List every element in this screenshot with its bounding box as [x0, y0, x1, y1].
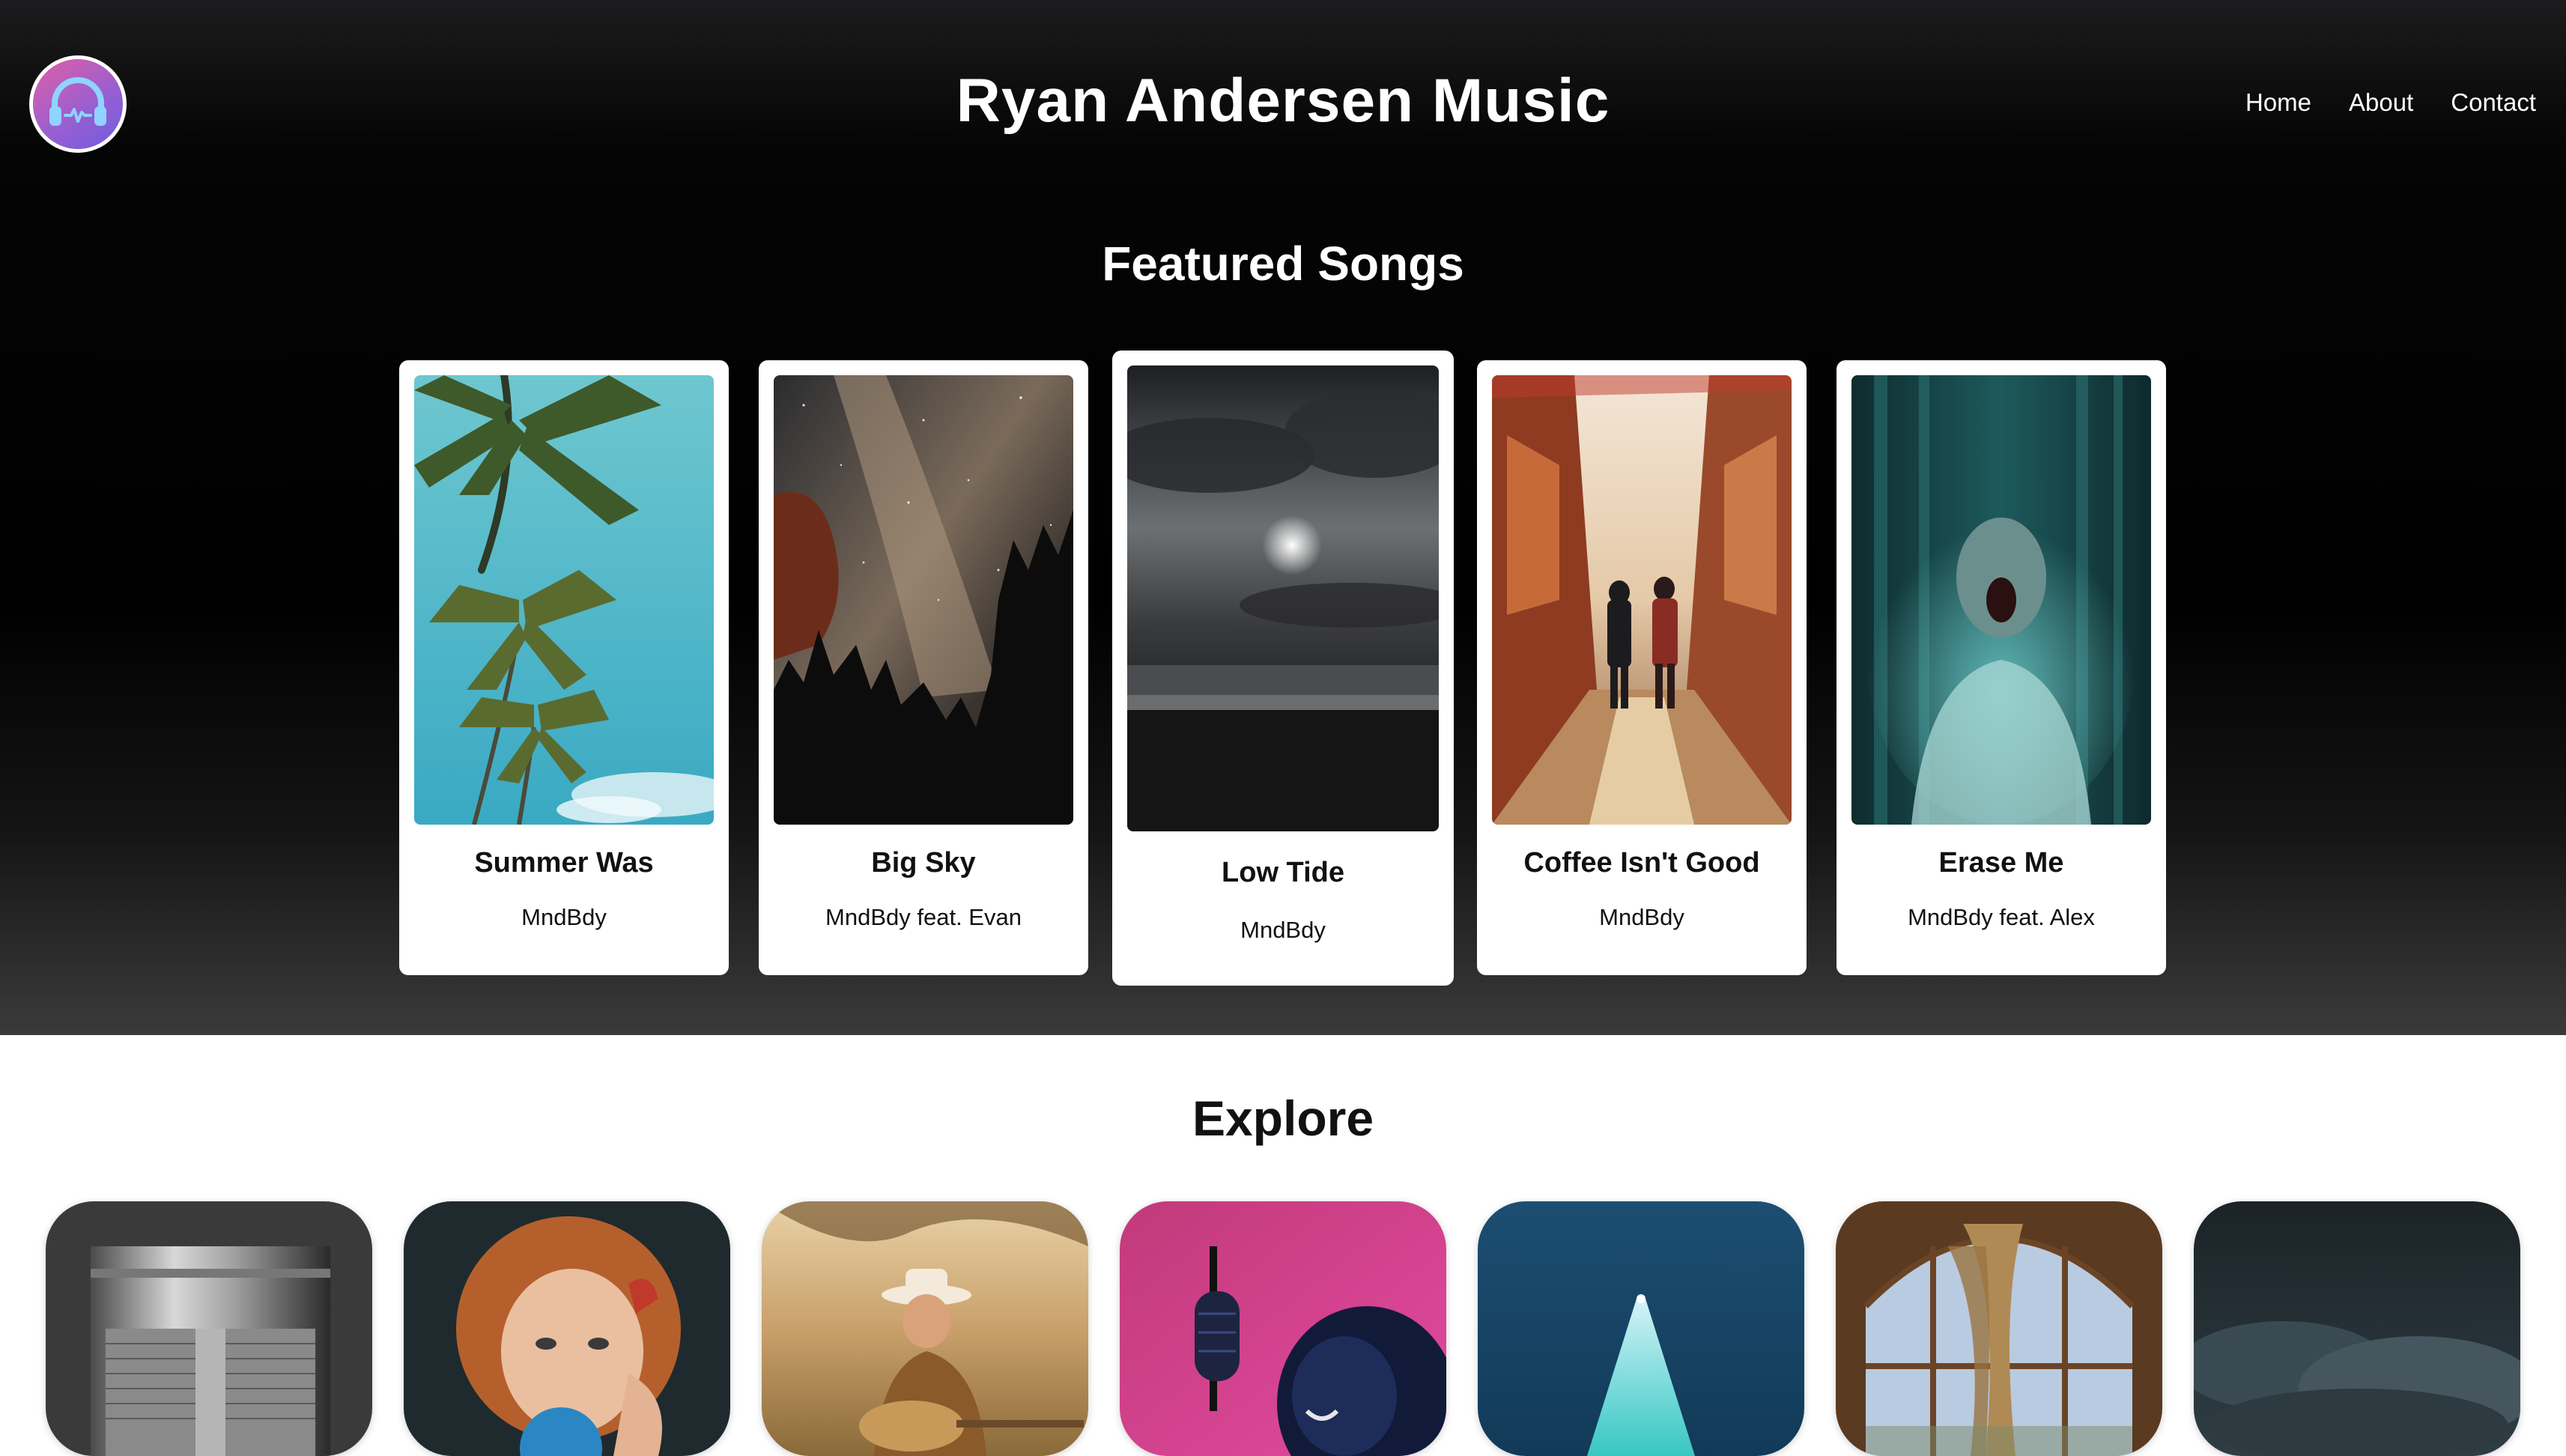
song-card-big-sky[interactable]: Big Sky MndBdy feat. Evan [759, 360, 1088, 975]
microphone-closeup-image [46, 1201, 372, 1456]
song-artist: MndBdy feat. Evan [825, 904, 1022, 930]
explore-heading: Explore [1192, 1091, 1374, 1146]
song-card-coffee-isnt-good[interactable]: Coffee Isn't Good MndBdy [1477, 360, 1807, 975]
dark-clouds-image [2194, 1201, 2520, 1456]
singer-microphone-image [1120, 1201, 1446, 1456]
woman-bubblegum-image [404, 1201, 730, 1456]
milky-way-forest-image [774, 375, 1073, 825]
song-card-erase-me[interactable]: Erase Me MndBdy feat. Alex [1836, 360, 2166, 975]
explore-tile-singer[interactable] [1120, 1201, 1446, 1456]
stormy-beach-image [1127, 365, 1439, 831]
song-title: Low Tide [1222, 857, 1344, 888]
song-artist: MndBdy [1240, 917, 1326, 943]
arched-window-curtains-image [1836, 1201, 2162, 1456]
song-artist: MndBdy feat. Alex [1908, 904, 2095, 930]
blurred-screaming-man-image [1851, 375, 2151, 825]
explore-tile-dark-clouds[interactable] [2194, 1201, 2520, 1456]
spotlight-image [1478, 1201, 1804, 1456]
song-card-summer-was[interactable]: Summer Was MndBdy [399, 360, 729, 975]
song-title: Coffee Isn't Good [1523, 847, 1760, 879]
song-artist: MndBdy [521, 904, 607, 930]
explore-tile-microphone[interactable] [46, 1201, 372, 1456]
featured-songs-list: Summer Was MndBdy Big Sky MndBdy feat. E… [0, 0, 2566, 1035]
song-card-low-tide[interactable]: Low Tide MndBdy [1112, 351, 1454, 986]
song-title: Summer Was [474, 847, 654, 879]
song-artist: MndBdy [1599, 904, 1684, 930]
explore-tile-woman-bubblegum[interactable] [404, 1201, 730, 1456]
palm-trees-image [414, 375, 714, 825]
cowgirl-guitar-image [762, 1201, 1088, 1456]
song-title: Big Sky [871, 847, 976, 879]
explore-tile-cowgirl-guitar[interactable] [762, 1201, 1088, 1456]
song-title: Erase Me [1938, 847, 2064, 879]
explore-tile-spotlight[interactable] [1478, 1201, 1804, 1456]
street-walkers-image [1492, 375, 1792, 825]
explore-tile-arched-window[interactable] [1836, 1201, 2162, 1456]
